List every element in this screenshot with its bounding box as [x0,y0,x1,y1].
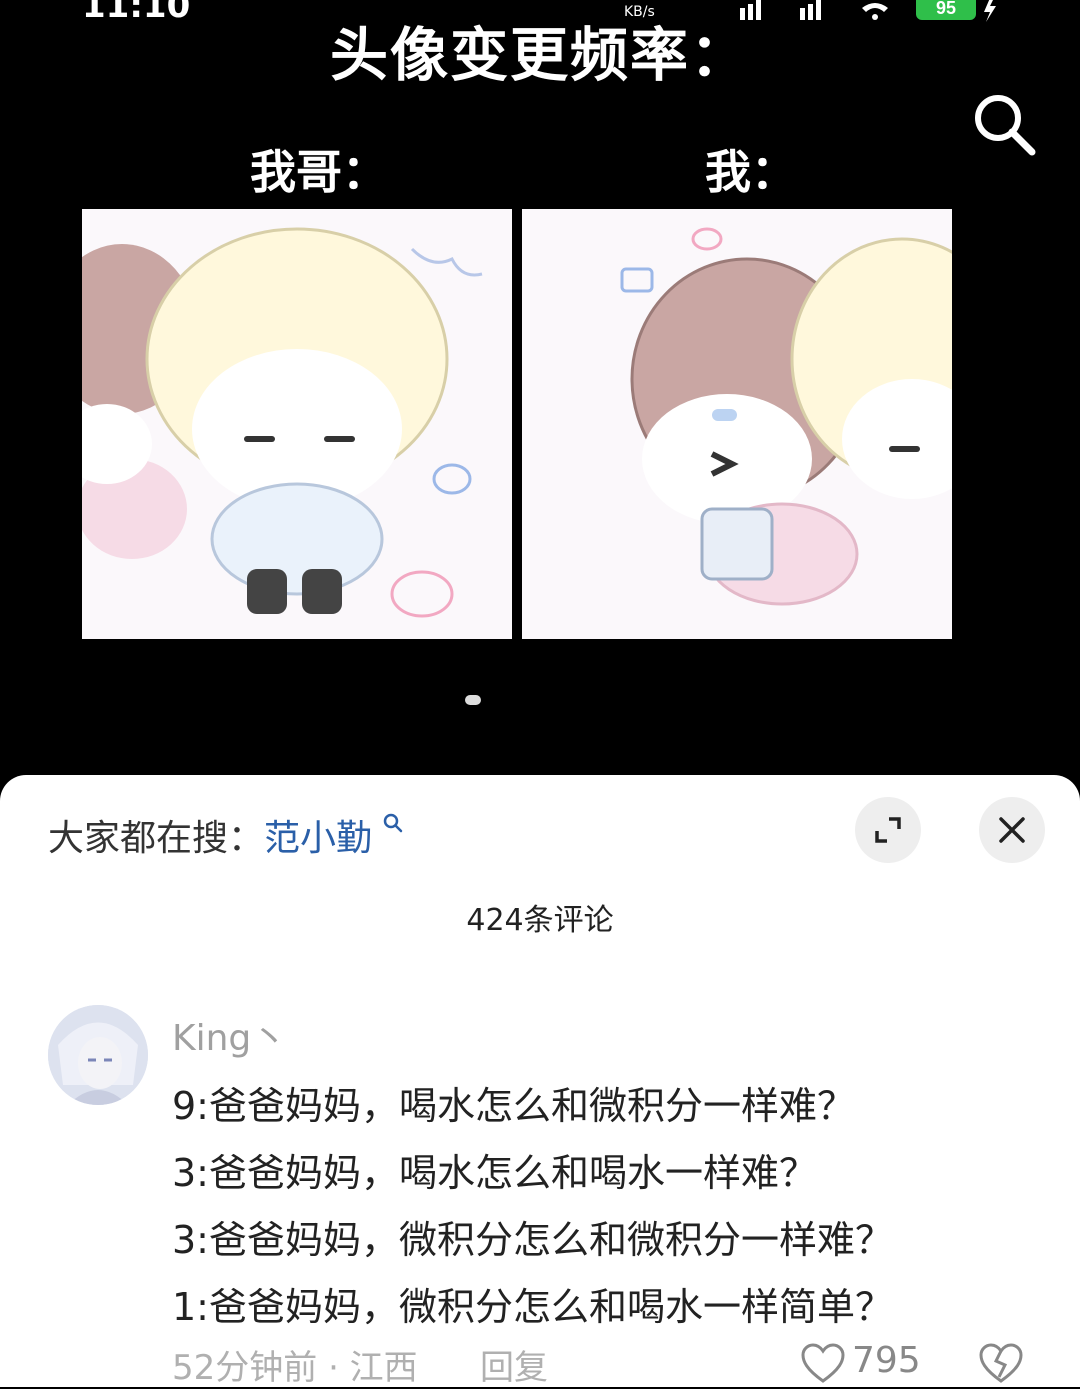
post-title: 头像变更频率： [329,21,750,89]
right-label: 我： [705,145,797,199]
left-label: 我哥： [250,145,388,199]
comment-count: 424条评论 [466,903,614,938]
hot-search[interactable]: 大家都在搜：范小勤 [48,809,403,861]
heart-icon[interactable] [800,1343,846,1385]
comment-sheet: 大家都在搜：范小勤 424条评论 King丶 9:爸爸妈妈，喝水怎么和微积分一样… [0,775,1080,1389]
reply-button[interactable]: 回复 [480,1340,548,1389]
comment-line: 3:爸爸妈妈，微积分怎么和微积分一样难？ [172,1218,893,1262]
comment-line: 1:爸爸妈妈，微积分怎么和喝水一样简单？ [172,1285,893,1329]
expand-button[interactable] [855,797,921,863]
close-icon [999,817,1025,843]
comment-username[interactable]: King丶 [172,1009,287,1061]
hot-search-label: 大家都在搜： [48,818,265,859]
search-icon[interactable] [970,90,1040,160]
broken-heart-icon[interactable] [978,1343,1024,1385]
hot-search-keyword[interactable]: 范小勤 [264,818,372,859]
right-avatar-image [522,209,952,639]
comment-line: 3:爸爸妈妈，喝水怎么和喝水一样难？ [172,1151,817,1195]
close-button[interactable] [979,797,1045,863]
like-count: 795 [852,1340,921,1381]
left-avatar-image [82,209,512,639]
page-indicator [465,695,481,705]
post-image-area: 11:10 KB/s 95 头像变更频率： 我哥： 我： [0,0,1080,780]
expand-icon [875,817,901,843]
search-small-icon [384,813,403,833]
comment-time-location: 52分钟前 · 江西 [172,1348,418,1388]
comment-line: 9:爸爸妈妈，喝水怎么和微积分一样难？ [172,1084,855,1128]
avatar[interactable] [48,1005,148,1105]
